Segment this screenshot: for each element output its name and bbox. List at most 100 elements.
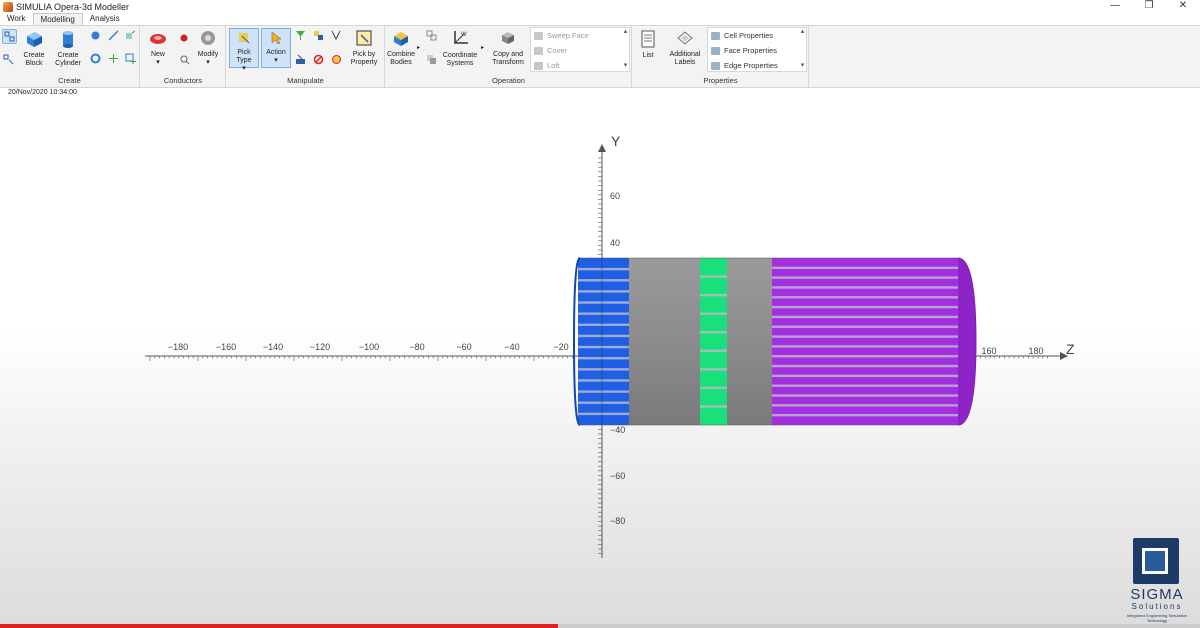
restore-button[interactable]: ❐ <box>1132 0 1166 13</box>
coordinate-systems-button[interactable]: W Coordinate Systems <box>440 28 480 68</box>
sigma-logo-mark <box>1133 538 1179 584</box>
group-select-icon[interactable] <box>313 30 324 41</box>
coil-stripe <box>772 296 958 299</box>
title-bar: SIMULIA Opera-3d Modeller — ❐ ✕ <box>0 0 1200 13</box>
tab-modelling[interactable]: Modelling <box>32 13 83 25</box>
properties-gallery-scroll-down[interactable]: ▾ <box>798 61 807 70</box>
coil-stripe <box>578 401 629 404</box>
y-tick-label: 60 <box>610 191 620 201</box>
y-tick-label: −60 <box>610 471 625 481</box>
new-conductor-label: New <box>150 51 165 58</box>
loft-item[interactable]: Loft <box>531 58 629 73</box>
action-icon <box>271 31 282 45</box>
coil-stripe <box>772 404 958 407</box>
split-icon[interactable] <box>426 30 437 41</box>
coil-stripe <box>772 335 958 338</box>
point-icon[interactable] <box>108 53 119 64</box>
modify-dropdown-arrow[interactable]: ▾ <box>195 59 221 67</box>
grey-section-right <box>727 258 772 425</box>
pick-mode-icon[interactable] <box>3 54 14 65</box>
tab-analysis[interactable]: Analysis <box>83 13 127 25</box>
cell-properties-item[interactable]: Cell Properties <box>708 28 806 43</box>
edge-properties-item[interactable]: Edge Properties <box>708 58 806 73</box>
copy-body-icon[interactable] <box>426 54 437 65</box>
additional-labels-button[interactable]: Additional Labels <box>667 29 703 67</box>
cover-item[interactable]: Cover <box>531 43 629 58</box>
sphere-icon[interactable] <box>90 30 101 41</box>
pick-type-button[interactable]: Pick Type ▾ <box>229 28 259 72</box>
pick-merge-icon[interactable] <box>295 54 306 65</box>
face-properties-item[interactable]: Face Properties <box>708 43 806 58</box>
window-title: SIMULIA Opera-3d Modeller <box>16 1 130 12</box>
action-label: Action <box>266 49 286 56</box>
z-tick-label: −80 <box>409 342 424 352</box>
green-coil-section <box>700 258 727 425</box>
conductors-group-label: Conductors <box>163 76 203 85</box>
copy-transform-icon <box>502 32 514 44</box>
copy-and-transform-label: Copy and Transform <box>492 51 524 66</box>
deselect-icon[interactable] <box>313 54 324 65</box>
coil-stripe <box>772 305 958 309</box>
video-progress-bar[interactable] <box>0 624 1200 628</box>
block-icon <box>27 32 42 47</box>
coil-stripe <box>772 315 958 319</box>
create-block-button[interactable]: Create Block <box>21 30 47 68</box>
clear-selection-icon[interactable] <box>331 54 342 65</box>
coil-stripe <box>772 355 958 358</box>
coil-stripe <box>772 394 958 397</box>
operation-gallery-scroll-down[interactable]: ▾ <box>621 61 630 70</box>
svg-text:W: W <box>461 32 467 38</box>
conductors-group: New ▾ Modify ▾ Conductors <box>141 26 226 88</box>
coordinate-systems-icon: W <box>454 31 468 44</box>
pick-by-property-icon <box>356 30 372 46</box>
new-conductor-button[interactable]: New ▾ <box>147 31 169 67</box>
torus-icon[interactable] <box>90 53 101 64</box>
combine-bodies-button[interactable]: Combine Bodies <box>386 29 416 67</box>
combine-dropdown-arrow[interactable]: ▸ <box>417 44 420 51</box>
close-button[interactable]: ✕ <box>1166 0 1200 13</box>
properties-gallery-scroll-up[interactable]: ▴ <box>798 27 807 36</box>
app-icon <box>3 1 13 12</box>
conductor-modify-icon <box>201 31 215 45</box>
new-dropdown-arrow[interactable]: ▾ <box>147 59 169 67</box>
operation-gallery-scroll-up[interactable]: ▴ <box>621 27 630 36</box>
line-icon[interactable] <box>108 30 119 41</box>
coil-stripe <box>578 290 629 293</box>
minimize-button[interactable]: — <box>1098 0 1132 13</box>
window-controls: — ❐ ✕ <box>1098 0 1200 13</box>
copy-and-transform-button[interactable]: Copy and Transform <box>490 29 526 67</box>
model-scene[interactable]: −180 −160 −140 −120 −100 −80 −60 −40 −20… <box>0 88 1200 628</box>
coil-stripe <box>700 368 727 371</box>
list-button[interactable]: List <box>637 30 659 60</box>
video-progress-fill <box>0 624 558 628</box>
select-all-icon[interactable] <box>331 30 342 41</box>
action-button[interactable]: Action ▾ <box>261 28 291 68</box>
add-shape-icon[interactable] <box>125 53 136 64</box>
pick-by-property-button[interactable]: Pick by Property <box>347 29 381 67</box>
coil-stripe <box>772 276 958 279</box>
properties-gallery: Cell Properties Face Properties Edge Pro… <box>707 27 807 72</box>
pick-type-dropdown-arrow[interactable]: ▾ <box>230 65 258 73</box>
coordinate-dropdown-arrow[interactable]: ▸ <box>481 44 484 51</box>
select-mode-icon[interactable] <box>2 29 17 44</box>
action-dropdown-arrow[interactable]: ▾ <box>262 57 290 65</box>
additional-labels-label: Additional Labels <box>669 51 701 66</box>
conductor-edit-icon[interactable] <box>179 32 190 43</box>
3d-viewport[interactable]: −180 −160 −140 −120 −100 −80 −60 −40 −20… <box>0 88 1200 628</box>
tab-work[interactable]: Work <box>0 13 33 25</box>
coil-stripe <box>578 357 629 360</box>
create-cylinder-button[interactable]: Create Cylinder <box>53 30 83 68</box>
coil-stripe <box>578 267 629 271</box>
coil-stripe <box>700 386 727 390</box>
y-tick-label: −40 <box>610 425 625 435</box>
conductor-search-icon[interactable] <box>179 54 190 65</box>
filter-icon[interactable] <box>295 30 306 41</box>
purple-end-cap <box>958 258 976 425</box>
sweep-face-item[interactable]: Sweep Face <box>531 28 629 43</box>
modify-conductor-button[interactable]: Modify ▾ <box>195 29 221 67</box>
z-tick-label: −100 <box>359 342 379 352</box>
pick-type-icon <box>239 33 250 44</box>
extrude-icon[interactable] <box>125 30 136 41</box>
cylinder-model[interactable] <box>572 257 977 426</box>
z-axis-name: Z <box>1066 341 1075 357</box>
